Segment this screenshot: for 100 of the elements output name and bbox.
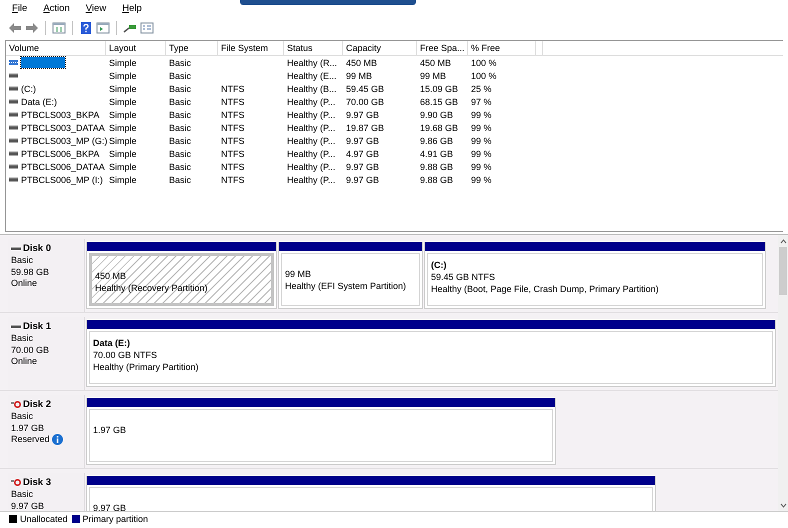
partition-detail: Healthy (Boot, Page File, Crash Dump, Primary Partition) <box>431 283 660 295</box>
table-cell-text: 4.97 GB <box>345 148 380 158</box>
volume-row[interactable]: PTBCLS006_MP (I:) Simple Basic NTFS Healthy (P... 9.97 GB 9.88 GB 99 % <box>6 173 783 186</box>
disk-info-panel[interactable]: Disk 3 Basic 9.97 GB <box>8 473 85 511</box>
offline-disk-icon <box>11 401 21 408</box>
forward-arrow-icon[interactable] <box>25 22 39 34</box>
partition-block[interactable]: Data (E:) 70.00 GB NTFS Healthy (Primary Partition) <box>86 320 776 387</box>
column-header[interactable]: Status <box>284 41 343 55</box>
scroll-down-icon[interactable] <box>780 503 786 508</box>
disk-detail: 1.97 GB <box>11 422 44 432</box>
table-cell-text: Simple <box>108 70 138 80</box>
partition-label: (C:) <box>431 259 448 271</box>
volume-row[interactable]: PTBCLS003_BKPA Simple Basic NTFS Healthy (P... 9.97 GB 9.90 GB 99 % <box>6 108 783 121</box>
disk-name: Disk 0 <box>23 243 51 254</box>
disk-info-panel[interactable]: Disk 2 Basic 1.97 GB Reserved <box>8 395 85 468</box>
table-cell-text: 99 MB <box>419 70 448 80</box>
table-cell-text: 25 % <box>470 84 493 94</box>
volume-row[interactable]: PTBCLS006_DATAA Simple Basic NTFS Healthy (P... 9.97 GB 9.88 GB 99 % <box>6 160 783 173</box>
table-cell-text: 9.88 GB <box>419 162 454 172</box>
partition-detail: 1.97 GB <box>93 424 128 436</box>
table-cell-text: Basic <box>168 58 192 68</box>
table-cell-text: 99 % <box>470 122 493 132</box>
partition-block[interactable]: (C:) 59.45 GB NTFS Healthy (Boot, Page File, Crash Dump, Primary Partition) <box>424 242 766 309</box>
menu-item[interactable]: Help <box>120 2 144 15</box>
volume-row[interactable]: PTBCLS006_BKPA Simple Basic NTFS Healthy (P... 4.97 GB 4.91 GB 99 % <box>6 147 783 160</box>
back-arrow-icon[interactable] <box>8 22 22 34</box>
volume-row[interactable]: Data (E:) Simple Basic NTFS Healthy (P... 70.00 GB 68.15 GB 97 % <box>6 95 783 108</box>
menu-item[interactable]: View <box>84 2 108 15</box>
table-cell-text: 15.09 GB <box>419 84 460 94</box>
column-header[interactable]: File System <box>218 41 284 55</box>
column-header[interactable]: Free Spa... <box>417 41 468 55</box>
table-cell-text: 9.97 GB <box>345 110 380 120</box>
partition-block[interactable]: 9.97 GB <box>86 476 656 511</box>
table-cell-text: 100 % <box>470 70 498 80</box>
table-cell-text: NTFS <box>220 174 246 184</box>
disk-info-panel[interactable]: Disk 0 Basic 59.98 GB Online <box>8 239 85 312</box>
partition-detail: Healthy (Primary Partition) <box>93 361 200 373</box>
volume-row[interactable]: (C:) Simple Basic NTFS Healthy (B... 59.45 GB 15.09 GB 25 % <box>6 82 783 95</box>
table-cell-text: NTFS <box>220 148 246 158</box>
offline-disk-icon <box>11 479 21 486</box>
table-cell-text: NTFS <box>220 136 246 146</box>
table-cell-text: Healthy (P... <box>286 174 336 184</box>
column-header[interactable]: Type <box>166 41 218 55</box>
help-icon[interactable] <box>79 22 93 34</box>
menu-item[interactable]: Action <box>41 2 72 15</box>
volume-icon <box>9 60 18 65</box>
table-cell-text: Basic <box>168 110 192 120</box>
table-cell-text: 99 % <box>470 110 493 120</box>
partition-block[interactable]: 450 MB Healthy (Recovery Partition) <box>86 242 277 309</box>
panel-icon[interactable] <box>96 22 110 34</box>
table-cell-text: 99 % <box>470 136 493 146</box>
table-cell-text: Simple <box>108 58 138 68</box>
table-cell-text: NTFS <box>220 84 246 94</box>
column-header[interactable]: Layout <box>106 41 166 55</box>
column-header[interactable]: Volume <box>6 41 106 55</box>
panel-icon[interactable] <box>52 22 66 34</box>
volume-icon <box>9 177 18 182</box>
scroll-up-icon[interactable] <box>780 239 786 244</box>
disk-detail: Basic <box>11 255 34 265</box>
disk-info-panel[interactable]: Disk 1 Basic 70.00 GB Online <box>8 317 85 390</box>
info-icon[interactable] <box>52 434 63 446</box>
scrollbar[interactable] <box>778 235 788 511</box>
table-cell-text: Simple <box>108 84 138 94</box>
table-cell-text: Healthy (B... <box>286 84 338 94</box>
table-cell: PTBCLS003_MP (G:) <box>21 136 108 146</box>
menu-item[interactable]: File <box>10 2 30 15</box>
disk-detail: Reserved <box>11 434 50 444</box>
column-header[interactable]: Capacity <box>343 41 417 55</box>
table-cell-text: NTFS <box>220 162 246 172</box>
volume-row[interactable]: PTBCLS003_DATAA Simple Basic NTFS Healthy (P... 19.87 GB 19.68 GB 99 % <box>6 121 783 134</box>
volume-row[interactable]: Simple Basic Healthy (R... 450 MB 450 MB 100 % <box>6 56 783 69</box>
table-cell: PTBCLS006_BKPA <box>21 148 100 158</box>
partition-block[interactable]: 1.97 GB <box>86 398 556 465</box>
table-cell-text: 68.15 GB <box>419 96 460 106</box>
scrollbar-thumb[interactable] <box>779 247 787 295</box>
list-icon[interactable] <box>140 22 154 34</box>
table-cell-text: 19.87 GB <box>345 122 386 132</box>
table-cell-text: Simple <box>108 96 138 106</box>
table-cell-text: 9.86 GB <box>419 136 454 146</box>
table-cell-text: Basic <box>168 84 192 94</box>
volume-icon <box>9 99 18 104</box>
legend-label: Primary partition <box>82 514 148 524</box>
table-cell-text: 9.90 GB <box>419 110 454 120</box>
table-cell-text: Healthy (E... <box>286 70 338 80</box>
partition-detail: 59.45 GB NTFS <box>431 271 496 283</box>
volume-icon <box>9 73 18 78</box>
table-cell-text: 99 % <box>470 148 493 158</box>
volume-row[interactable]: PTBCLS003_MP (G:) Simple Basic NTFS Healthy (P... 9.97 GB 9.86 GB 99 % <box>6 134 783 147</box>
table-cell-text: 99 MB <box>345 70 374 80</box>
table-cell-text: 450 MB <box>345 58 378 68</box>
table-cell-text: 4.91 GB <box>419 148 454 158</box>
table-cell-text: Healthy (P... <box>286 136 336 146</box>
partition-detail: 99 MB <box>285 268 312 280</box>
disk-detail: 70.00 GB <box>11 344 50 354</box>
column-header[interactable]: % Free <box>468 41 536 55</box>
volume-row[interactable]: Simple Basic Healthy (E... 99 MB 99 MB 100 % <box>6 69 783 82</box>
table-cell-text: 9.97 GB <box>345 174 380 184</box>
volume-icon <box>9 125 18 130</box>
volume-icon <box>9 138 18 143</box>
partition-block[interactable]: 99 MB Healthy (EFI System Partition) <box>278 242 423 309</box>
